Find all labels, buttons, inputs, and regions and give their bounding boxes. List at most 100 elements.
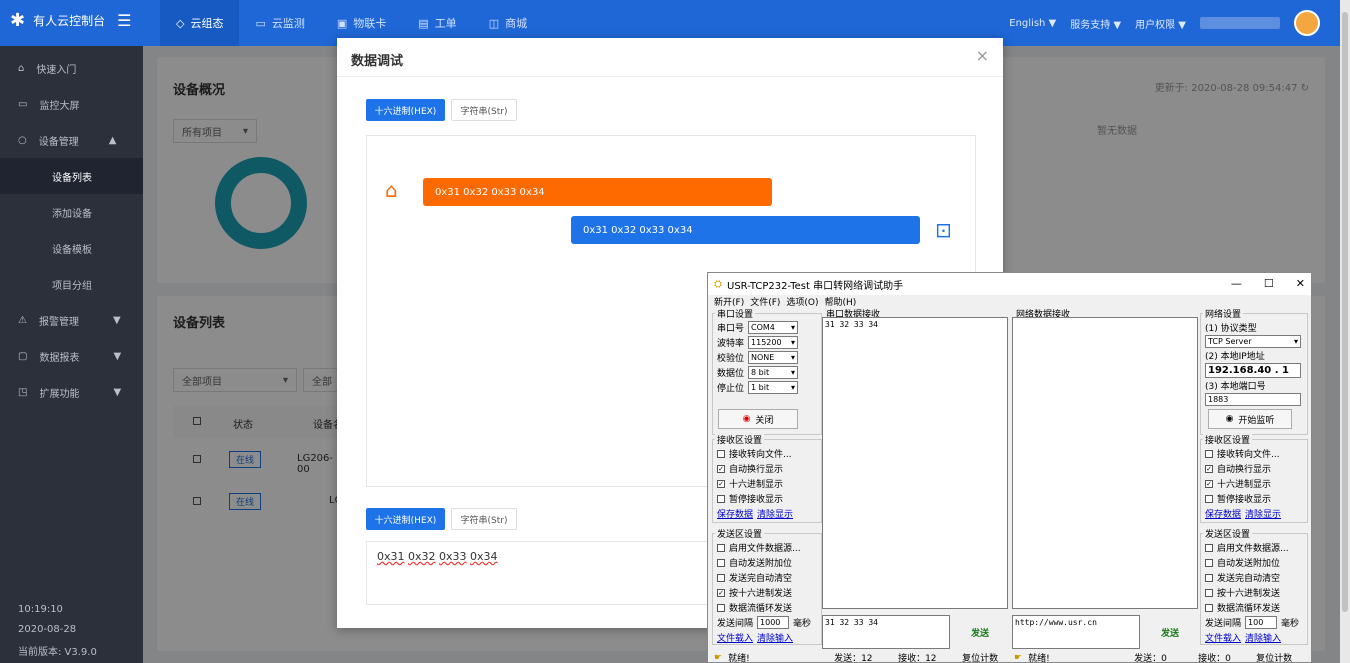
checkbox[interactable]: ✓ xyxy=(717,588,725,597)
tab-str[interactable]: 字符串(Str) xyxy=(451,99,517,121)
protocol-select[interactable]: TCP Server ▾ xyxy=(1205,335,1301,348)
databits-select[interactable]: 8 bit ▾ xyxy=(748,366,799,379)
option-row[interactable]: 发送完自动清空 xyxy=(1205,570,1303,585)
checkbox[interactable] xyxy=(1205,573,1213,582)
sidebar-item-devices[interactable]: ○ 设备管理 ▲ xyxy=(0,122,143,158)
option-label: 数据流循环发送 xyxy=(729,604,793,614)
parity-select[interactable]: NONE ▾ xyxy=(748,351,799,364)
option-row[interactable]: ✓ 十六进制显示 xyxy=(1205,476,1303,491)
sidebar-item-extend[interactable]: ◳ 扩展功能 ▼ xyxy=(0,374,143,410)
start-listen-button[interactable]: ◉ 开始监听 xyxy=(1208,409,1292,429)
window-titlebar[interactable]: ⛭ USR-TCP232-Test 串口转网络调试助手 xyxy=(708,273,1311,295)
option-row[interactable]: 启用文件数据源... xyxy=(717,540,817,555)
serial-rx-area[interactable]: 31 32 33 34 xyxy=(822,317,1008,609)
sidebar-item-device-list[interactable]: 设备列表 xyxy=(0,158,143,194)
sidebar-item-bigscreen[interactable]: ▭ 监控大屏 xyxy=(0,86,143,122)
checkbox[interactable] xyxy=(717,573,725,582)
clear-input-link[interactable]: 清除输入 xyxy=(757,631,793,644)
option-row[interactable]: 暂停接收显示 xyxy=(717,491,817,506)
minimize-icon[interactable]: — xyxy=(1231,277,1242,290)
checkbox[interactable]: ✓ xyxy=(1205,479,1213,488)
interval-input[interactable]: 100 xyxy=(1245,616,1278,629)
page-scrollbar[interactable] xyxy=(1340,0,1350,663)
checkbox[interactable] xyxy=(1205,494,1213,503)
option-row[interactable]: ✓ 十六进制显示 xyxy=(717,476,817,491)
permission-menu[interactable]: 用户权限 ▼ xyxy=(1135,16,1186,31)
checkbox[interactable] xyxy=(1205,449,1213,458)
sidebar-item-alarm[interactable]: ⚠ 报警管理 ▼ xyxy=(0,302,143,338)
sidebar-item-project-group[interactable]: 项目分组 xyxy=(0,266,143,302)
load-file-link[interactable]: 文件载入 xyxy=(1205,631,1241,644)
checkbox[interactable] xyxy=(717,603,725,612)
scrollbar-thumb[interactable] xyxy=(1342,12,1348,612)
checkbox[interactable] xyxy=(717,449,725,458)
option-row[interactable]: ✓ 自动换行显示 xyxy=(1205,461,1303,476)
menu-toggle-icon[interactable]: ☰ xyxy=(117,11,131,30)
checkbox[interactable] xyxy=(717,494,725,503)
sidebar-item-device-template[interactable]: 设备模板 xyxy=(0,230,143,266)
save-data-link[interactable]: 保存数据 xyxy=(717,507,753,520)
language-switch[interactable]: English ▼ xyxy=(1009,18,1056,29)
sidebar-item-reports[interactable]: ▢ 数据报表 ▼ xyxy=(0,338,143,374)
checkbox[interactable] xyxy=(717,558,725,567)
checkbox[interactable] xyxy=(1205,588,1213,597)
avatar[interactable] xyxy=(1294,10,1320,36)
option-row[interactable]: 接收转向文件... xyxy=(1205,446,1303,461)
checkbox[interactable]: ✓ xyxy=(1205,464,1213,473)
clear-display-link[interactable]: 清除显示 xyxy=(757,507,793,520)
option-label: 按十六进制发送 xyxy=(1217,589,1281,599)
checkbox[interactable] xyxy=(1205,558,1213,567)
checkbox[interactable]: ✓ xyxy=(717,464,725,473)
input-tab-str[interactable]: 字符串(Str) xyxy=(451,508,517,530)
serial-send-input[interactable]: 31 32 33 34 xyxy=(822,615,950,649)
chevron-down-icon: ▾ xyxy=(1293,337,1298,346)
ip-input[interactable]: 192.168.40 . 1 xyxy=(1205,363,1301,378)
option-row[interactable]: 自动发送附加位 xyxy=(1205,555,1303,570)
save-data-link[interactable]: 保存数据 xyxy=(1205,507,1241,520)
option-row[interactable]: 数据流循环发送 xyxy=(1205,600,1303,615)
stopbits-select[interactable]: 1 bit ▾ xyxy=(748,381,799,394)
net-send-button[interactable]: 发送 xyxy=(1144,615,1196,649)
baud-select[interactable]: 115200 ▾ xyxy=(748,336,799,349)
serial-close-button[interactable]: ◉ 关闭 xyxy=(718,409,798,429)
sidebar-item-quickstart[interactable]: ⌂ 快速入门 xyxy=(0,50,143,86)
port-input[interactable]: 1883 xyxy=(1205,393,1301,406)
reset-count-button[interactable]: 复位计数 xyxy=(962,651,998,663)
option-row[interactable]: 发送完自动清空 xyxy=(717,570,817,585)
serial-send-button[interactable]: 发送 xyxy=(954,615,1006,649)
input-tab-hex[interactable]: 十六进制(HEX) xyxy=(366,508,445,530)
reset-count-button[interactable]: 复位计数 xyxy=(1256,651,1292,663)
checkbox[interactable]: ✓ xyxy=(717,479,725,488)
checkbox[interactable] xyxy=(1205,603,1213,612)
nav-item-monitor[interactable]: ▭ 云监测 xyxy=(239,0,320,46)
interval-input[interactable]: 1000 xyxy=(757,616,790,629)
sidebar-item-label: 报警管理 xyxy=(38,316,79,328)
option-row[interactable]: 自动发送附加位 xyxy=(717,555,817,570)
option-row[interactable]: 接收转向文件... xyxy=(717,446,817,461)
checkbox[interactable] xyxy=(1205,543,1213,552)
option-row[interactable]: ✓ 按十六进制发送 xyxy=(717,585,817,600)
field-label: 波特率 xyxy=(717,339,745,349)
option-row[interactable]: 启用文件数据源... xyxy=(1205,540,1303,555)
received-message: 0x31 0x32 0x33 0x34 xyxy=(423,178,772,206)
support-menu[interactable]: 服务支持 ▼ xyxy=(1070,16,1121,31)
maximize-icon[interactable]: ☐ xyxy=(1264,277,1274,290)
option-row[interactable]: 暂停接收显示 xyxy=(1205,491,1303,506)
checkbox[interactable] xyxy=(717,543,725,552)
net-send-input[interactable]: http://www.usr.cn xyxy=(1012,615,1140,649)
option-row[interactable]: 按十六进制发送 xyxy=(1205,585,1303,600)
option-row[interactable]: ✓ 自动换行显示 xyxy=(717,461,817,476)
clear-input-link[interactable]: 清除输入 xyxy=(1245,631,1281,644)
sidebar-item-add-device[interactable]: 添加设备 xyxy=(0,194,143,230)
load-file-link[interactable]: 文件载入 xyxy=(717,631,753,644)
menu-options[interactable]: 选项(O) xyxy=(786,295,818,308)
clear-display-link[interactable]: 清除显示 xyxy=(1245,507,1281,520)
option-row[interactable]: 数据流循环发送 xyxy=(717,600,817,615)
close-icon[interactable]: ✕ xyxy=(1296,277,1305,290)
net-rx-area[interactable] xyxy=(1012,317,1198,609)
nav-item-config[interactable]: ◇ 云组态 xyxy=(160,0,240,46)
close-icon[interactable]: × xyxy=(976,46,989,65)
port-select[interactable]: COM4 ▾ xyxy=(748,321,799,334)
brand[interactable]: ✱ 有人云控制台 ☰ xyxy=(10,10,131,31)
tab-hex[interactable]: 十六进制(HEX) xyxy=(366,99,445,121)
